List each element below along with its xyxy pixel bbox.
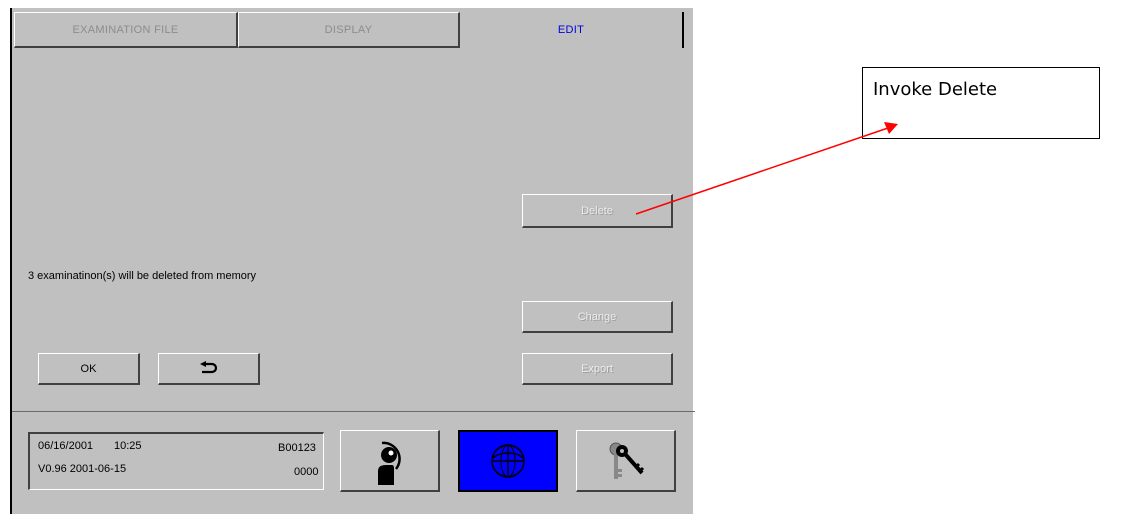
tab-display[interactable]: DISPLAY: [238, 12, 460, 48]
tab-examination-file[interactable]: EXAMINATION FILE: [14, 12, 238, 48]
status-panel: 06/16/2001 10:25 B00123 V0.96 2001-06-15…: [28, 432, 324, 490]
tab-bar: EXAMINATION FILE DISPLAY EDIT: [12, 8, 695, 48]
ok-button[interactable]: OK: [38, 353, 140, 385]
patient-button[interactable]: [340, 430, 440, 492]
export-button[interactable]: Export: [522, 353, 673, 385]
tab-edit[interactable]: EDIT: [460, 12, 684, 48]
divider: [12, 411, 695, 412]
eye-globe-icon: [491, 444, 525, 478]
keys-button[interactable]: [576, 430, 676, 492]
eye-globe-button[interactable]: [458, 430, 558, 492]
change-button[interactable]: Change: [522, 301, 673, 333]
status-device-id: B00123: [278, 442, 316, 454]
status-date: 06/16/2001: [38, 440, 94, 452]
annotation-text: Invoke Delete: [873, 79, 998, 100]
status-counter: 0000: [294, 466, 319, 478]
delete-message: 3 examinatinon(s) will be deleted from m…: [28, 270, 257, 282]
app-window: EXAMINATION FILE DISPLAY EDIT Delete 3 e…: [10, 8, 695, 514]
undo-arrow-icon: [199, 360, 217, 373]
patient-icon: [377, 441, 401, 485]
delete-button[interactable]: Delete: [522, 194, 673, 228]
annotation-callout: Invoke Delete: [862, 67, 1100, 139]
status-time: 10:25: [114, 440, 142, 452]
keys-icon: [609, 442, 644, 479]
status-version: V0.96 2001-06-15: [38, 463, 127, 475]
back-button[interactable]: [158, 353, 260, 385]
